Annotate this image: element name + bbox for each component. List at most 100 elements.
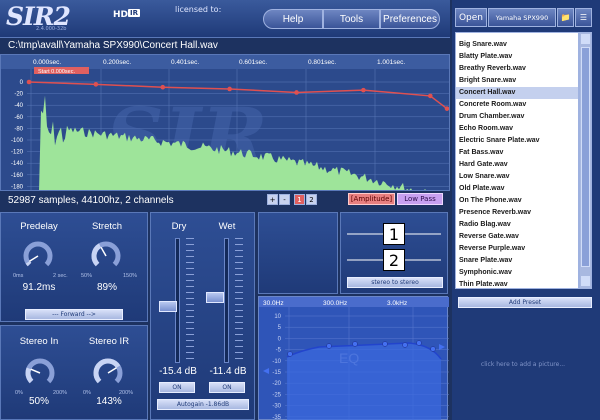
preset-list-item[interactable]: Old Plate.wav	[456, 183, 578, 195]
preset-list-item[interactable]: Symphonic.wav	[456, 267, 578, 279]
eq-db-label: -30	[272, 404, 281, 410]
eq-fill	[287, 343, 441, 420]
preset-list-item[interactable]: Concert Hall.wav	[456, 87, 578, 99]
tools-button[interactable]: Tools	[323, 9, 380, 29]
amplitude-tick-label: -20	[14, 92, 23, 98]
envelope-point[interactable]	[444, 106, 450, 111]
scroll-down-icon[interactable]	[581, 276, 590, 286]
wet-value: -11.4 dB	[209, 366, 247, 377]
licensed-label: licensed to:	[175, 5, 222, 14]
preset-list-item[interactable]: Breathy Reverb.wav	[456, 63, 578, 75]
amplitude-tick-label: -180	[11, 184, 24, 190]
predelay-knob[interactable]	[23, 241, 53, 271]
stereo-ir-label: Stereo IR	[88, 336, 130, 347]
folder-select[interactable]: Yamaha SPX990	[488, 8, 556, 27]
stretch-max: 150%	[123, 273, 138, 279]
channel-2-button[interactable]: 2	[306, 194, 317, 205]
eq-db-label: -5	[276, 348, 282, 354]
preset-list-item[interactable]: Electric Snare Plate.wav	[456, 135, 578, 147]
add-picture-hint[interactable]: click here to add a picture...	[468, 361, 578, 368]
eq-db-label: 10	[274, 314, 281, 320]
eq-freq-label: 300.0Hz	[323, 300, 347, 307]
envelope-point[interactable]	[227, 86, 232, 92]
scroll-thumb[interactable]	[581, 47, 590, 267]
stereo-mode-button[interactable]: stereo to stereo	[347, 277, 443, 288]
dry-slider-thumb[interactable]	[159, 300, 177, 312]
preset-list-item[interactable]: Blatty Plate.wav	[456, 51, 578, 63]
help-button[interactable]: Help	[263, 9, 323, 29]
time-tick-label: 0.801sec.	[308, 59, 336, 66]
route-channel-1[interactable]: 1	[383, 223, 405, 245]
stretch-knob[interactable]	[91, 241, 121, 271]
file-list[interactable]: Big Snare.wav Blatty Plate.wav Breathy Rev…	[455, 32, 579, 289]
envelope-point[interactable]	[26, 79, 32, 85]
preset-list-item[interactable]: Presence Reverb.wav	[456, 207, 578, 219]
preset-list-item[interactable]: Reverse Purple.wav	[456, 243, 578, 255]
envelope-point[interactable]	[361, 87, 366, 93]
stereo-in-knob[interactable]	[25, 358, 55, 388]
preset-list-item[interactable]: Thin Plate.wav	[456, 279, 578, 288]
time-tick-label: 0.000sec.	[33, 59, 61, 66]
dry-on-button[interactable]: ON	[159, 382, 195, 393]
preset-list-item[interactable]: Radio Blag.wav	[456, 219, 578, 231]
time-tick-label: 1.001sec.	[377, 59, 405, 66]
time-tick-label: 0.401sec.	[171, 59, 199, 66]
envelope-point[interactable]	[160, 84, 166, 90]
eq-panel[interactable]: 30.0Hz 300.0Hz 3.0kHz 10 5 0 -5 -10 -15 -20 -25 -30…	[258, 296, 449, 420]
eq-db-label: -15	[272, 370, 281, 376]
stereo-ir-value: 143%	[96, 396, 122, 407]
wet-on-button[interactable]: ON	[209, 382, 245, 393]
stereo-ir-knob[interactable]	[93, 358, 123, 388]
hdir-icon: HD	[113, 10, 129, 20]
predelay-max: 2 sec.	[53, 273, 68, 279]
preferences-button[interactable]: Preferences	[380, 9, 440, 29]
menu-icon[interactable]: ☰	[575, 8, 592, 27]
preset-list-item[interactable]: Hard Gate.wav	[456, 159, 578, 171]
route-channel-2[interactable]: 2	[383, 249, 405, 271]
version-label: 2.4.000-32b	[36, 26, 67, 32]
waveform-svg: 0.000sec. 0.200sec. 0.401sec. 0.601sec. 0.80…	[1, 55, 450, 190]
eq-right-handle[interactable]	[439, 344, 445, 350]
routing-panel: 1 2 stereo to stereo	[340, 212, 448, 294]
preset-list-item[interactable]: Bright Snare.wav	[456, 75, 578, 87]
preset-list-item[interactable]: On The Phone.wav	[456, 195, 578, 207]
file-path: C:\tmp\avall\Yamaha SPX990\Concert Hall.…	[8, 40, 218, 51]
wet-slider-thumb[interactable]	[206, 291, 224, 303]
preset-list-item[interactable]: Snare Plate.wav	[456, 255, 578, 267]
wet-slider-track[interactable]	[224, 238, 229, 363]
waveform-display[interactable]: 0.000sec. 0.200sec. 0.401sec. 0.601sec. 0.80…	[0, 54, 450, 191]
forward-button[interactable]: --- Forward -->	[25, 309, 123, 320]
eq-db-label: 0	[278, 336, 282, 342]
dry-wet-panel: Dry Wet -15.4 dB -11.4 dB ON ON Autogain…	[150, 212, 255, 420]
channel-1-button[interactable]: 1	[294, 194, 305, 205]
preset-list-item[interactable]: Concrete Room.wav	[456, 99, 578, 111]
envelope-point[interactable]	[294, 90, 299, 95]
lowpass-button[interactable]: Low Pass	[397, 193, 443, 205]
envelope-point[interactable]	[427, 93, 433, 99]
preset-list-item[interactable]: Low Snare.wav	[456, 171, 578, 183]
dry-scale	[186, 238, 194, 363]
preset-list-item[interactable]: Drum Chamber.wav	[456, 111, 578, 123]
zoom-out-button[interactable]: -	[279, 194, 290, 205]
header-bar: SIR2 2.4.000-32b HD IR licensed to: Help…	[0, 0, 450, 38]
preset-list-item[interactable]: Fat Bass.wav	[456, 147, 578, 159]
zoom-in-button[interactable]: +	[267, 194, 278, 205]
stereo-in-value: 50%	[28, 396, 49, 407]
add-preset-button[interactable]: Add Preset	[458, 297, 592, 308]
preset-list-item[interactable]: Echo Room.wav	[456, 123, 578, 135]
stereo-in-label: Stereo In	[19, 336, 59, 347]
open-button[interactable]: Open	[455, 8, 487, 27]
eq-left-handle[interactable]	[263, 368, 269, 374]
eq-svg: 30.0Hz 300.0Hz 3.0kHz 10 5 0 -5 -10 -15 -20 -25 -30…	[259, 297, 449, 420]
predelay-stretch-panel: Predelay Stretch 0ms 2 sec. 50% 150% 91.…	[0, 212, 148, 322]
eq-db-label: -35	[272, 415, 281, 420]
file-list-scrollbar[interactable]	[579, 32, 592, 289]
preset-list-item[interactable]: Big Snare.wav	[456, 39, 578, 51]
preset-list-item[interactable]: Reverse Gate.wav	[456, 231, 578, 243]
scroll-up-icon[interactable]	[581, 34, 590, 44]
stereo-panel: Stereo In Stereo IR 0% 200% 0% 200% 50% …	[0, 325, 148, 420]
envelope-point[interactable]	[93, 82, 99, 87]
autogain-button[interactable]: Autogain -1.86dB	[157, 399, 249, 410]
amplitude-button[interactable]: [Amplitude]	[348, 193, 395, 205]
folder-icon[interactable]: 📁	[557, 8, 574, 27]
